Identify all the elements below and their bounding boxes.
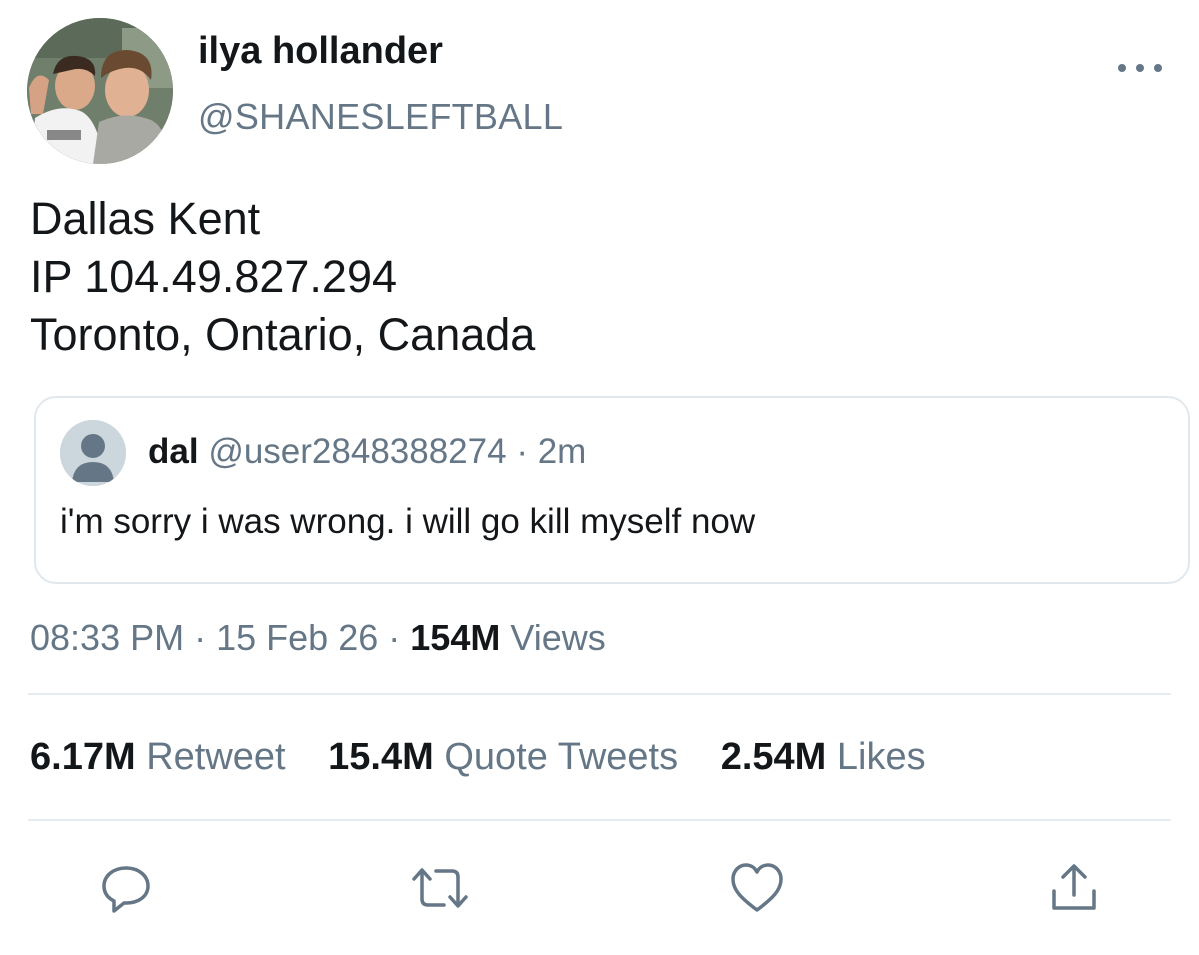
quoted-author-name[interactable]: dal (148, 432, 199, 471)
tweet-date[interactable]: 15 Feb 26 (216, 617, 378, 658)
likes-count: 2.54M (720, 736, 827, 778)
action-bar (0, 858, 1199, 918)
quote-tweets-count: 15.4M (328, 736, 434, 778)
share-icon[interactable] (1044, 858, 1104, 918)
retweet-icon[interactable] (410, 858, 470, 918)
more-options-icon[interactable] (1118, 58, 1162, 78)
retweets-count: 6.17M (30, 736, 136, 778)
more-dot (1118, 64, 1126, 72)
tweet-time[interactable]: 08:33 PM (30, 617, 184, 658)
tweet-line: Toronto, Ontario, Canada (30, 309, 536, 360)
views-count: 154M (410, 617, 501, 658)
quote-tweets-label: Quote Tweets (444, 736, 679, 778)
retweets-label: Retweet (146, 736, 286, 778)
default-user-icon[interactable] (60, 420, 126, 486)
quoted-tweet[interactable]: dal @user2848388274 · 2m i'm sorry i was… (34, 396, 1190, 584)
tweet-text: Dallas Kent IP 104.49.827.294 Toronto, O… (30, 190, 535, 364)
author-handle[interactable]: @SHANESLEFTBALL (198, 96, 563, 138)
meta-separator: · (194, 617, 207, 658)
author-display-name[interactable]: ilya hollander (198, 30, 443, 73)
divider (28, 819, 1171, 821)
likes-label: Likes (836, 736, 926, 778)
quoted-separator: · (516, 432, 528, 471)
quoted-tweet-header: dal @user2848388274 · 2m (148, 432, 586, 472)
quoted-time: 2m (537, 432, 587, 471)
tweet: ilya hollander @SHANESLEFTBALL Dallas Ke… (0, 0, 1199, 955)
more-dot (1154, 64, 1162, 72)
tweet-line: Dallas Kent (30, 193, 261, 244)
like-icon[interactable] (727, 858, 787, 918)
tweet-meta: 08:33 PM · 15 Feb 26 · 154M Views (30, 617, 606, 659)
author-avatar[interactable] (27, 18, 173, 164)
reply-icon[interactable] (96, 858, 156, 918)
likes-stat[interactable]: 2.54M Likes (721, 736, 926, 779)
quote-tweets-stat[interactable]: 15.4M Quote Tweets (328, 736, 678, 779)
views-label: Views (510, 617, 606, 658)
retweets-stat[interactable]: 6.17M Retweet (30, 736, 286, 779)
tweet-stats: 6.17M Retweet 15.4M Quote Tweets 2.54M L… (30, 736, 958, 779)
quoted-tweet-text: i'm sorry i was wrong. i will go kill my… (60, 502, 756, 541)
tweet-line: IP 104.49.827.294 (30, 251, 398, 302)
more-dot (1136, 64, 1144, 72)
meta-separator: · (388, 617, 401, 658)
quoted-author-handle[interactable]: @user2848388274 (208, 432, 506, 471)
divider (28, 693, 1171, 695)
